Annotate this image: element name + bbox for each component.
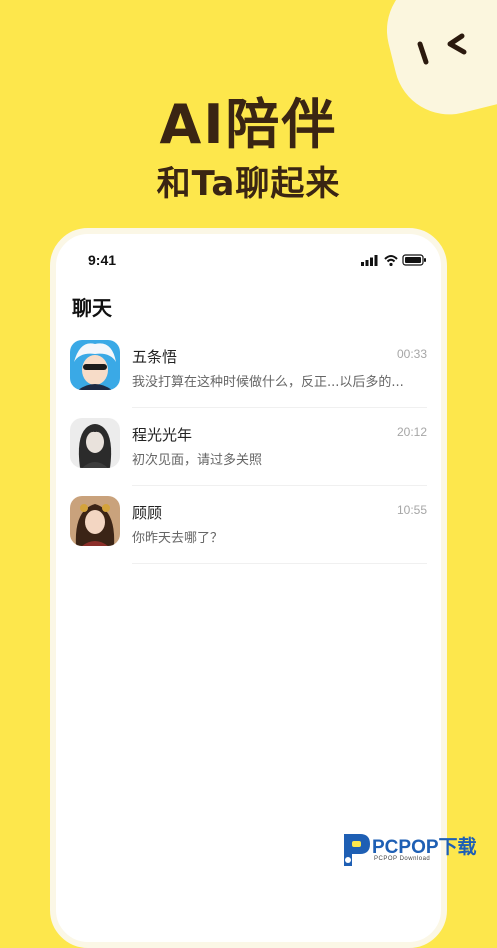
mascot-face-icon	[417, 33, 467, 65]
chat-message-preview: 你昨天去哪了？	[132, 531, 224, 546]
chat-name: 五条悟	[132, 348, 178, 366]
divider	[132, 563, 427, 564]
chat-time: 20:12	[396, 425, 427, 439]
chat-time: 00:33	[396, 347, 427, 361]
headline-title: AI陪伴	[159, 93, 338, 156]
chat-item-gojo[interactable]: 五条悟 00:33 我没打算在这种时候做什么，反正...以后多的...	[56, 330, 441, 408]
avatar-gugu	[70, 496, 120, 546]
chat-name: 程光光年	[132, 426, 193, 444]
avatar-gojo	[70, 340, 120, 390]
signal-icon	[361, 255, 378, 266]
chat-list: 五条悟 00:33 我没打算在这种时候做什么，反正...以后多的... 程光光年…	[56, 330, 441, 564]
chat-name: 顾顾	[132, 504, 163, 522]
chat-time: 10:55	[396, 503, 427, 517]
status-time: 9:41	[88, 252, 117, 268]
battery-icon	[402, 254, 426, 266]
avatar-chengguang	[70, 418, 120, 468]
chat-item-gugu[interactable]: 顾顾 10:55 你昨天去哪了？	[56, 486, 441, 564]
watermark-subtext: PCPOP Download	[374, 856, 431, 862]
status-icons	[361, 254, 426, 266]
chat-message-preview: 我没打算在这种时候做什么，反正...以后多的...	[132, 375, 404, 390]
watermark-text: PCPOP下载	[372, 837, 477, 858]
page-title: 聊天	[72, 296, 112, 320]
status-bar: 9:41	[56, 234, 441, 282]
watermark: PCPOP下载 PCPOP Download	[338, 830, 493, 874]
chat-message-preview: 初次见面，请过多关照	[132, 453, 263, 468]
wifi-icon	[384, 255, 398, 266]
pcpop-logo-icon	[344, 834, 370, 866]
chat-item-chengguang[interactable]: 程光光年 20:12 初次见面，请过多关照	[56, 408, 441, 486]
headline-subtitle: 和Ta聊起来	[156, 164, 341, 204]
